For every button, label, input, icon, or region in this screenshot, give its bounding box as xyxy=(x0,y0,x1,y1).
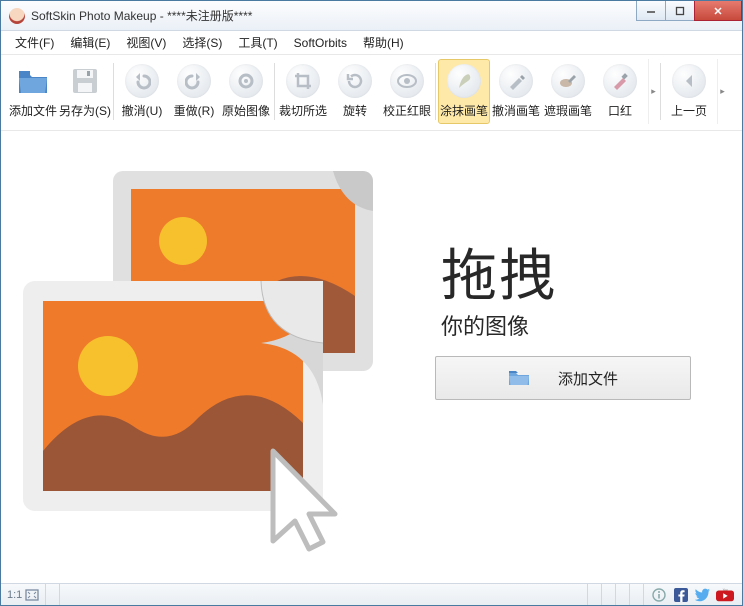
close-button[interactable] xyxy=(694,1,742,21)
facebook-icon[interactable] xyxy=(672,586,690,604)
tb-rotate-label: 旋转 xyxy=(343,102,367,119)
tb-save-as[interactable]: 另存为(S) xyxy=(59,59,111,124)
tb-lipstick-label: 口红 xyxy=(608,102,632,119)
maximize-button[interactable] xyxy=(665,1,695,21)
tb-crop-label: 裁切所选 xyxy=(279,102,327,119)
crop-icon xyxy=(286,64,320,98)
tb-smudge-label: 涂抹画笔 xyxy=(440,102,488,119)
menu-help[interactable]: 帮助(H) xyxy=(357,32,410,53)
tb-redeye-label: 校正红眼 xyxy=(383,102,431,119)
twitter-icon[interactable] xyxy=(694,586,712,604)
undo-brush-icon xyxy=(499,64,533,98)
concealer-brush-icon xyxy=(551,64,585,98)
menu-file[interactable]: 文件(F) xyxy=(9,32,60,53)
menu-softorbits[interactable]: SoftOrbits xyxy=(288,34,353,52)
svg-text:You: You xyxy=(723,588,728,592)
drag-title: 拖拽 xyxy=(441,231,557,312)
toolbar-overflow-1[interactable]: ▸ xyxy=(648,59,658,124)
minimize-button[interactable] xyxy=(636,1,666,21)
menu-view[interactable]: 视图(V) xyxy=(120,32,172,53)
folder-icon xyxy=(508,370,530,386)
tb-redo[interactable]: 重做(R) xyxy=(168,59,220,124)
tb-crop[interactable]: 裁切所选 xyxy=(277,59,329,124)
save-icon xyxy=(68,64,102,98)
tb-undo-brush-label: 撤消画笔 xyxy=(492,102,540,119)
statusbar: 1:1 You xyxy=(1,583,742,605)
content-area[interactable]: 拖拽 你的图像 添加文件 xyxy=(1,131,742,583)
tb-undo[interactable]: 撤消(U) xyxy=(116,59,168,124)
info-icon[interactable] xyxy=(650,586,668,604)
rotate-icon xyxy=(338,64,372,98)
youtube-icon[interactable]: You xyxy=(716,586,734,604)
drop-illustration xyxy=(23,171,413,551)
tb-prev-page[interactable]: 上一页 xyxy=(663,59,715,124)
toolbar: 添加文件 另存为(S) 撤消(U) 重做(R) 原始图像 xyxy=(1,55,742,131)
tb-rotate[interactable]: 旋转 xyxy=(329,59,381,124)
add-files-button[interactable]: 添加文件 xyxy=(435,356,691,400)
tb-smudge-brush[interactable]: 涂抹画笔 xyxy=(438,59,490,124)
tb-undo-brush[interactable]: 撤消画笔 xyxy=(490,59,542,124)
tb-redo-label: 重做(R) xyxy=(174,102,215,119)
prev-page-icon xyxy=(672,64,706,98)
tb-undo-label: 撤消(U) xyxy=(122,102,163,119)
redo-icon xyxy=(177,64,211,98)
menu-tools[interactable]: 工具(T) xyxy=(232,32,283,53)
tb-save-as-label: 另存为(S) xyxy=(59,102,111,119)
redeye-icon xyxy=(390,64,424,98)
zoom-label[interactable]: 1:1 xyxy=(1,584,46,605)
smudge-brush-icon xyxy=(447,64,481,98)
tb-add-file-label: 添加文件 xyxy=(9,102,57,119)
original-image-icon xyxy=(229,64,263,98)
toolbar-overflow-2[interactable]: ▸ xyxy=(717,59,727,124)
app-icon xyxy=(9,8,25,24)
undo-icon xyxy=(125,64,159,98)
drag-subtitle: 你的图像 xyxy=(441,309,529,341)
tb-add-file[interactable]: 添加文件 xyxy=(7,59,59,124)
tb-original-label: 原始图像 xyxy=(222,102,270,119)
window-title: SoftSkin Photo Makeup - ****未注册版**** xyxy=(31,7,637,24)
fit-screen-icon xyxy=(25,589,39,601)
lipstick-icon xyxy=(603,64,637,98)
add-file-icon xyxy=(16,64,50,98)
menubar: 文件(F) 编辑(E) 视图(V) 选择(S) 工具(T) SoftOrbits… xyxy=(1,31,742,55)
tb-lipstick[interactable]: 口红 xyxy=(594,59,646,124)
add-files-button-label: 添加文件 xyxy=(558,368,618,389)
tb-redeye[interactable]: 校正红眼 xyxy=(381,59,433,124)
tb-prev-label: 上一页 xyxy=(671,102,707,119)
menu-edit[interactable]: 编辑(E) xyxy=(64,32,116,53)
tb-concealer-brush[interactable]: 遮瑕画笔 xyxy=(542,59,594,124)
tb-concealer-label: 遮瑕画笔 xyxy=(544,102,592,119)
menu-select[interactable]: 选择(S) xyxy=(176,32,228,53)
tb-original[interactable]: 原始图像 xyxy=(220,59,272,124)
titlebar: SoftSkin Photo Makeup - ****未注册版**** xyxy=(1,1,742,31)
